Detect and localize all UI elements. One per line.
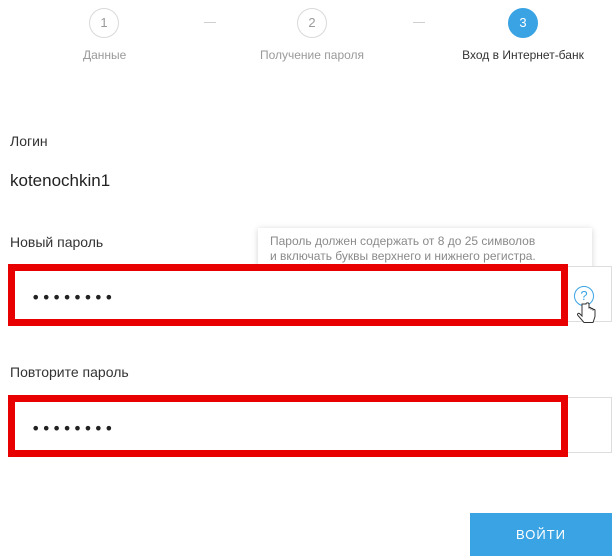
- step-3-number: 3: [508, 8, 538, 38]
- step-2-label: Получение пароля: [259, 48, 365, 62]
- step-3-label: Вход в Интернет-банк: [462, 48, 584, 62]
- repeat-password-highlight: [8, 395, 568, 457]
- hand-cursor-icon: [576, 302, 596, 323]
- step-2: 2 Получение пароля: [250, 8, 374, 62]
- login-value: kotenochkin1: [10, 171, 111, 190]
- step-divider: [204, 22, 216, 23]
- new-password-input[interactable]: [31, 286, 511, 308]
- step-2-number: 2: [297, 8, 327, 38]
- repeat-password-label: Повторите пароль: [10, 364, 129, 380]
- password-hint-line-1: Пароль должен содержать от 8 до 25 симво…: [270, 234, 536, 248]
- step-1: 1 Данные: [83, 8, 127, 62]
- new-password-label: Новый пароль: [10, 234, 104, 250]
- login-label: Логин: [10, 133, 48, 149]
- step-3: 3 Вход в Интернет-банк: [455, 8, 591, 62]
- step-1-number: 1: [89, 8, 119, 38]
- new-password-highlight: [8, 264, 568, 326]
- step-divider: [413, 22, 425, 23]
- step-1-label: Данные: [83, 48, 127, 62]
- password-hint-line-2: и включать буквы верхнего и нижнего реги…: [270, 249, 536, 263]
- login-submit-button[interactable]: войти: [470, 513, 612, 556]
- repeat-password-input[interactable]: [31, 417, 511, 439]
